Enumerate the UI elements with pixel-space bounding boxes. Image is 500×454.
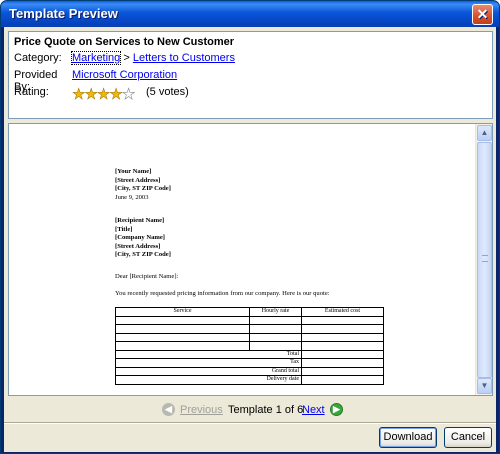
category-value: Marketing > Letters to Customers [70,51,235,65]
rating-label: Rating: [14,86,49,98]
star-empty-icon: ★ [121,86,136,104]
table-row: Grand total [115,366,384,376]
totals-label: Tax [115,358,302,368]
previous-link: Previous [180,404,223,416]
totals-label: Grand total [115,366,302,376]
template-navigation: ◀ Previous Template 1 of 6 Next ▶ [4,401,496,419]
category-separator: > [123,52,130,64]
table-row: Tax [115,358,384,368]
next-arrow-icon[interactable]: ▶ [330,403,343,416]
rating-stars: ★★★★★ [72,85,136,104]
scroll-thumb[interactable] [477,142,492,378]
grip-icon [482,255,488,262]
dialog-body: Price Quote on Services to New Customer … [4,27,496,452]
star-icon: ★ [96,86,111,104]
template-preview-window: Template Preview ✕ Price Quote on Servic… [0,0,500,454]
table-row [115,324,384,334]
download-button[interactable]: Download [379,427,437,448]
subcategory-link[interactable]: Letters to Customers [133,52,235,64]
quote-table: Service Hourly rate Estimated cost Total… [115,307,384,385]
previous-arrow-icon: ◀ [162,403,175,416]
letter-date: June 9, 2003 [115,193,149,201]
totals-label: Total [115,349,302,359]
recipient-line: [Street Address] [115,242,161,250]
table-header-row: Service Hourly rate Estimated cost [115,307,384,317]
table-header: Service [115,307,250,317]
scroll-down-icon[interactable]: ▼ [477,378,492,394]
document-preview[interactable]: [Your Name] [Street Address] [City, ST Z… [8,123,493,396]
star-icon: ★ [109,86,123,104]
votes-count: (5 votes) [146,86,189,98]
sender-line: [Your Name] [115,168,152,175]
next-link[interactable]: Next [302,404,325,416]
title-bar: Template Preview ✕ [1,1,499,27]
totals-label: Delivery date [115,375,302,385]
provider-link[interactable]: Microsoft Corporation [72,69,177,81]
provider-value: Microsoft Corporation [72,69,177,81]
table-row [115,341,384,351]
window-title: Template Preview [9,6,118,21]
divider [4,422,496,424]
category-label: Category: [14,52,62,64]
template-counter: Template 1 of 6 [228,404,304,416]
table-header: Estimated cost [301,307,384,317]
sender-line: [City, ST ZIP Code] [115,185,171,192]
recipient-line: [City, ST ZIP Code] [115,251,171,258]
vertical-scrollbar[interactable]: ▲ ▼ [475,124,492,395]
table-header: Hourly rate [249,307,302,317]
recipient-line: [Company Name] [115,234,165,241]
star-icon: ★ [72,86,86,104]
recipient-line: [Recipient Name] [115,217,165,224]
template-title: Price Quote on Services to New Customer [14,36,235,48]
table-row [115,332,384,342]
recipient-line: [Title] [115,225,133,233]
cancel-button[interactable]: Cancel [444,427,492,448]
close-icon[interactable]: ✕ [472,4,493,25]
template-info-panel: Price Quote on Services to New Customer … [8,31,493,119]
salutation: Dear [Recipient Name]: [115,273,179,280]
star-icon: ★ [84,86,98,104]
intro-paragraph: You recently requested pricing informati… [115,290,330,297]
table-row: Delivery date [115,375,384,385]
category-link-marketing[interactable]: Marketing [70,51,122,65]
scroll-up-icon[interactable]: ▲ [477,125,492,141]
table-row: Total [115,349,384,359]
sender-line: [Street Address] [115,176,161,184]
table-row [115,315,384,325]
